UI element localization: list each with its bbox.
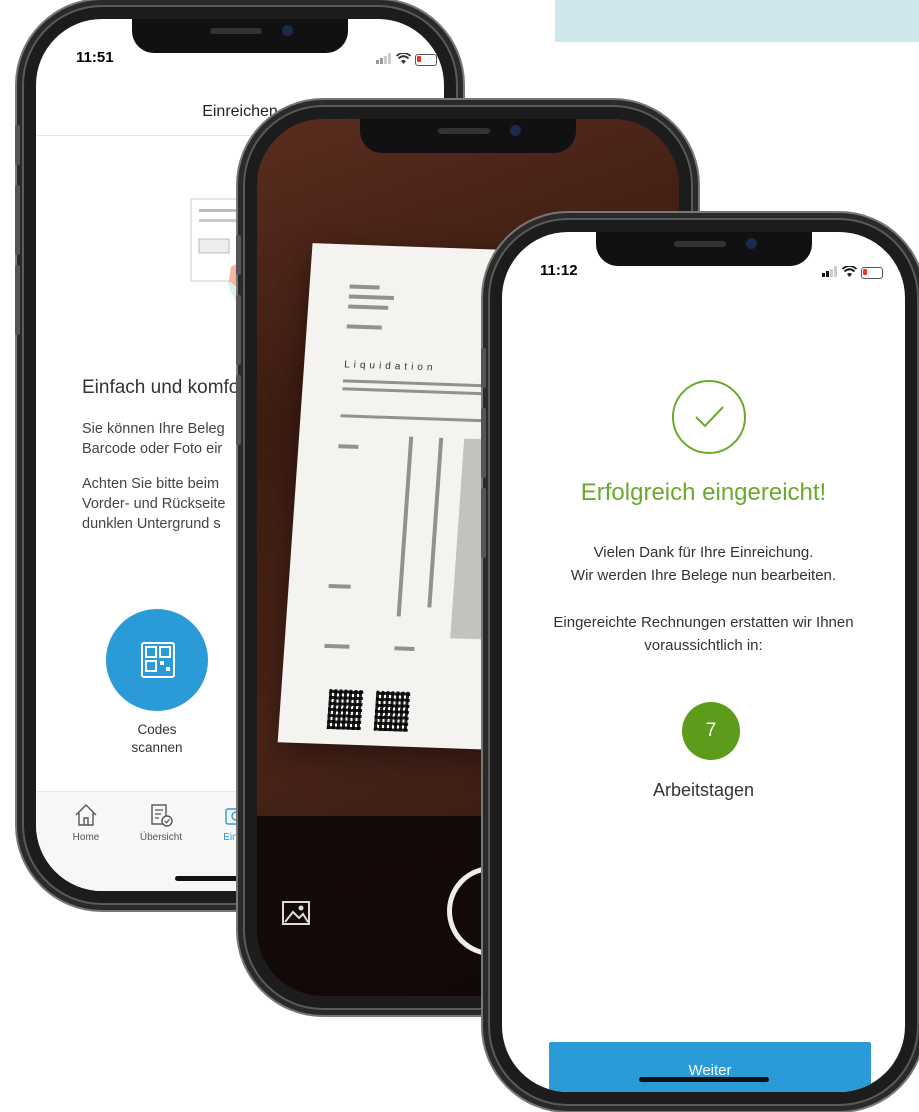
hint-text-line: dunklen Untergrund s xyxy=(82,516,221,532)
decorative-banner xyxy=(555,0,919,42)
hint-text-line: Achten Sie bitte beim xyxy=(82,476,220,492)
barcode-image xyxy=(373,690,411,732)
success-title: Erfolgreich eingereicht! xyxy=(580,479,827,506)
phone-success-screen: 11:12 Erfolgreich eingereicht! Vielen Da… xyxy=(481,218,919,1106)
gallery-icon[interactable] xyxy=(281,900,311,926)
refund-text: Eingereichte Rechnungen erstatten wir Ih… xyxy=(553,614,854,631)
wifi-icon xyxy=(395,51,412,69)
thanks-text: Vielen Dank für Ihre Einreichung. xyxy=(593,544,814,561)
wifi-icon xyxy=(841,264,858,282)
continue-button[interactable]: Weiter xyxy=(549,1042,871,1092)
intro-heading: Einfach und komfo xyxy=(82,377,240,398)
overview-icon xyxy=(151,804,173,827)
refund-text: voraussichtlich in: xyxy=(644,637,763,654)
days-label: Arbeitstagen xyxy=(652,780,755,800)
scan-codes-label: Codes scannen xyxy=(131,722,183,755)
home-indicator xyxy=(638,1077,769,1082)
qr-code-icon xyxy=(141,642,175,678)
screen-success: 11:12 Erfolgreich eingereicht! Vielen Da… xyxy=(502,232,905,1092)
tab-overview[interactable]: Übersicht xyxy=(121,802,201,843)
battery-icon xyxy=(861,267,883,279)
battery-icon xyxy=(415,54,437,66)
thanks-text: Wir werden Ihre Belege nun bearbeiten. xyxy=(570,567,837,584)
signal-icon xyxy=(822,264,838,282)
tab-home[interactable]: Home xyxy=(46,802,126,843)
hint-text-line: Vorder- und Rückseite xyxy=(82,496,226,512)
days-badge: 7 xyxy=(682,702,740,760)
scan-codes-button[interactable] xyxy=(106,609,208,711)
barcode-image xyxy=(326,689,364,731)
home-icon xyxy=(75,804,97,826)
document-title: Liquidation xyxy=(343,359,437,374)
signal-icon xyxy=(376,51,392,69)
status-time: 11:51 xyxy=(76,49,114,66)
intro-text-line: Sie können Ihre Beleg xyxy=(82,421,225,437)
intro-text-line: Barcode oder Foto eir xyxy=(82,441,223,457)
status-time: 11:12 xyxy=(540,262,578,279)
status-icons xyxy=(822,264,883,282)
success-check-icon xyxy=(672,380,746,454)
status-icons xyxy=(376,51,437,69)
